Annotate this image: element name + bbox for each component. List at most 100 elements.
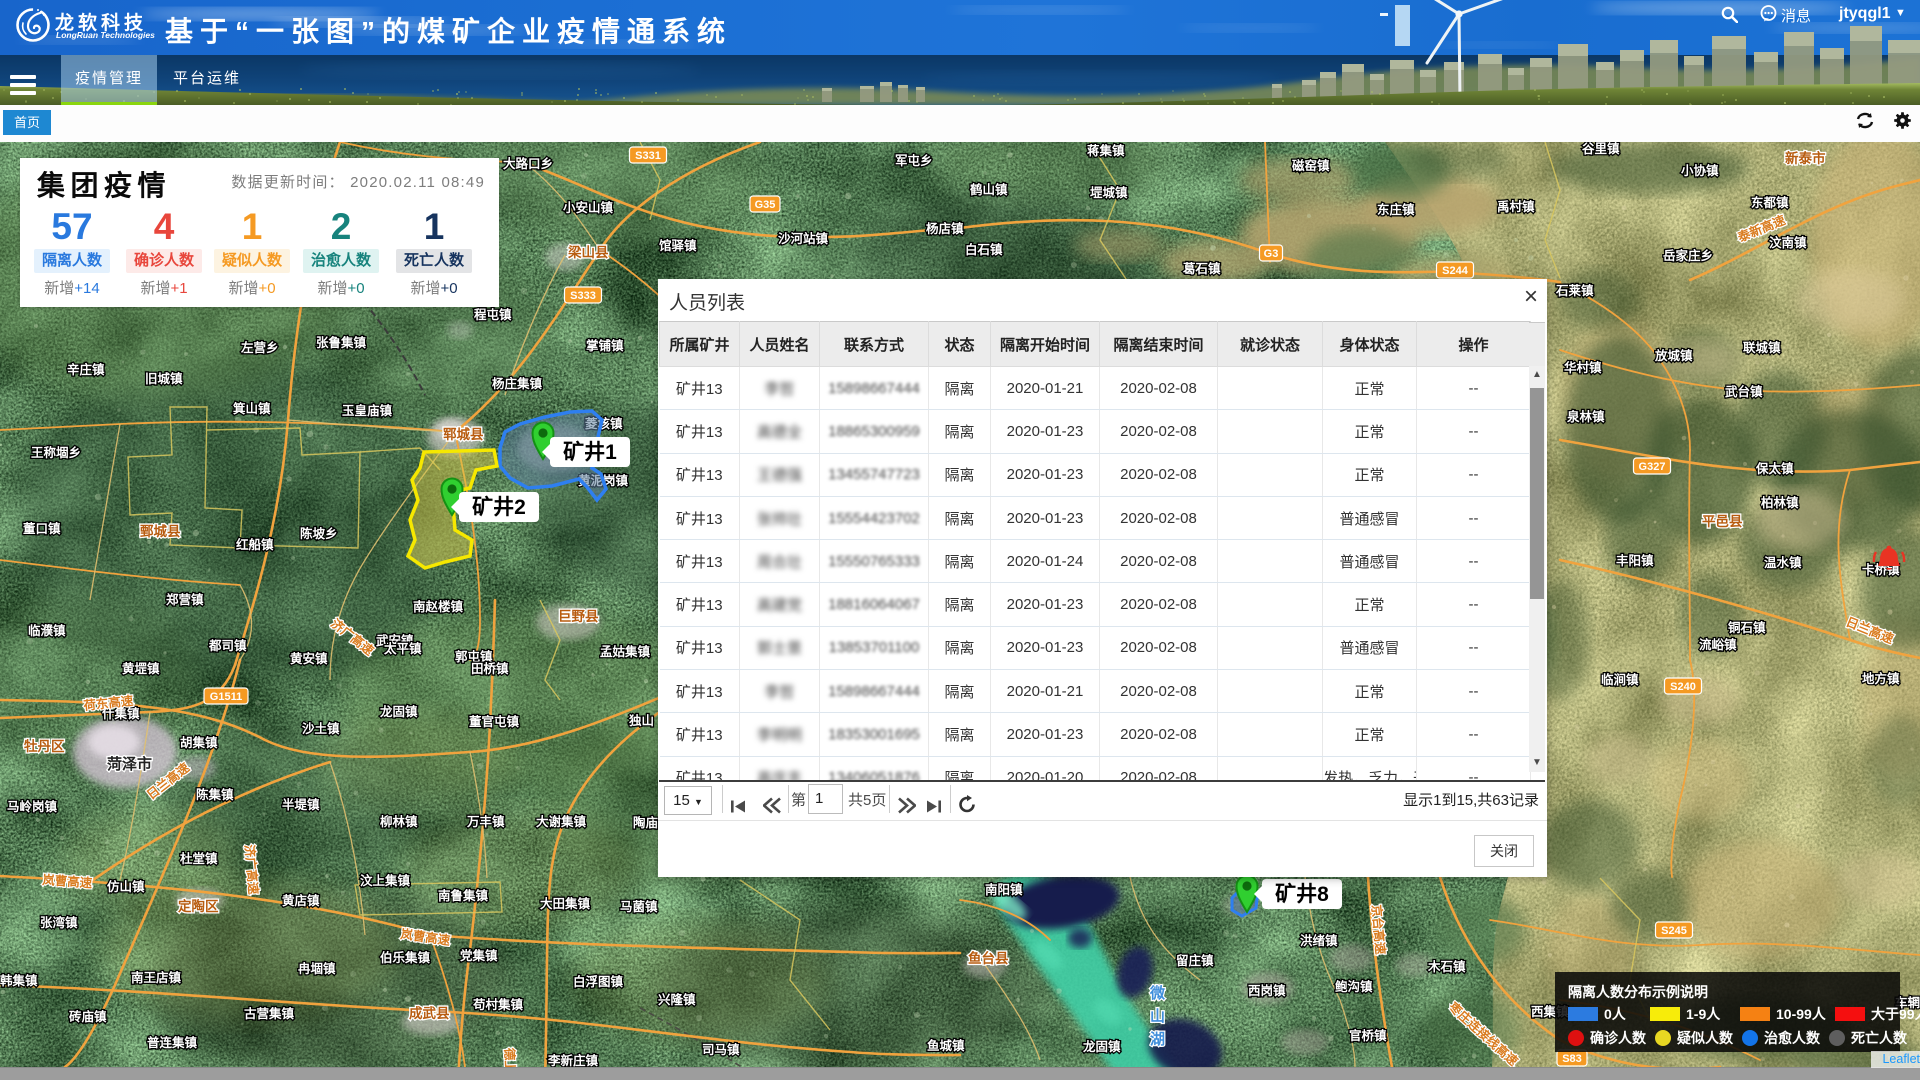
svg-text:黄店镇: 黄店镇: [282, 893, 320, 908]
svg-text:沙河站镇: 沙河站镇: [778, 231, 829, 246]
svg-text:G1511: G1511: [210, 691, 242, 703]
svg-text:军屯乡: 军屯乡: [895, 153, 933, 168]
svg-text:孟姑集镇: 孟姑集镇: [600, 644, 651, 659]
svg-text:都司镇: 都司镇: [208, 638, 247, 653]
svg-text:大田集镇: 大田集镇: [540, 896, 591, 911]
svg-text:党集镇: 党集镇: [460, 948, 498, 963]
svg-text:小安山镇: 小安山镇: [562, 200, 614, 215]
svg-text:白浮图镇: 白浮图镇: [573, 974, 624, 989]
svg-text:铜石镇: 铜石镇: [1728, 620, 1766, 635]
svg-text:董口镇: 董口镇: [23, 521, 61, 536]
svg-text:新泰市: 新泰市: [1785, 150, 1826, 166]
svg-text:张湾镇: 张湾镇: [40, 915, 78, 930]
svg-text:兴隆镇: 兴隆镇: [658, 992, 696, 1007]
svg-text:韩集镇: 韩集镇: [0, 973, 38, 988]
svg-text:南王店镇: 南王店镇: [131, 970, 182, 985]
svg-text:红船镇: 红船镇: [236, 537, 274, 552]
svg-text:古营集镇: 古营集镇: [244, 1006, 295, 1021]
svg-text:柏林镇: 柏林镇: [1761, 495, 1799, 510]
svg-text:鄄城县: 鄄城县: [140, 523, 181, 539]
svg-text:流峪镇: 流峪镇: [1699, 637, 1737, 652]
svg-text:小协镇: 小协镇: [1680, 163, 1719, 178]
svg-text:白石镇: 白石镇: [965, 242, 1003, 257]
svg-text:G327: G327: [1639, 461, 1666, 473]
svg-text:龙固镇: 龙固镇: [1082, 1039, 1121, 1054]
svg-text:鲍沟镇: 鲍沟镇: [1335, 979, 1373, 994]
svg-text:张鲁集镇: 张鲁集镇: [316, 335, 367, 350]
svg-text:木石镇: 木石镇: [1427, 959, 1466, 974]
svg-text:石莱镇: 石莱镇: [1555, 283, 1594, 298]
svg-text:西岗镇: 西岗镇: [1248, 983, 1286, 998]
svg-text:矿井1: 矿井1: [563, 440, 617, 464]
svg-text:矿井8: 矿井8: [1275, 882, 1329, 906]
svg-text:南阳镇: 南阳镇: [985, 882, 1023, 897]
svg-text:S333: S333: [570, 290, 596, 302]
svg-text:半堤镇: 半堤镇: [282, 797, 320, 812]
svg-text:柳林镇: 柳林镇: [380, 814, 418, 829]
svg-text:玉皇庙镇: 玉皇庙镇: [342, 403, 393, 418]
svg-text:掌铺镇: 掌铺镇: [586, 338, 624, 353]
svg-text:冉堌镇: 冉堌镇: [298, 961, 336, 976]
svg-text:华村镇: 华村镇: [1564, 360, 1602, 375]
svg-text:放城镇: 放城镇: [1654, 348, 1693, 363]
svg-text:岳家庄乡: 岳家庄乡: [1663, 248, 1713, 263]
svg-text:鹤山镇: 鹤山镇: [970, 182, 1008, 197]
svg-text:保太镇: 保太镇: [1755, 461, 1794, 476]
svg-text:牡丹区: 牡丹区: [24, 738, 65, 754]
svg-text:砖庙镇: 砖庙镇: [69, 1009, 107, 1024]
svg-text:司马镇: 司马镇: [702, 1042, 740, 1057]
svg-text:左营乡: 左营乡: [240, 340, 279, 355]
svg-text:杨庄集镇: 杨庄集镇: [492, 376, 543, 391]
svg-text:陈坡乡: 陈坡乡: [300, 526, 338, 541]
svg-text:东庄镇: 东庄镇: [1377, 202, 1415, 217]
svg-text:S240: S240: [1670, 681, 1696, 693]
svg-text:G35: G35: [755, 199, 776, 211]
svg-text:李新庄镇: 李新庄镇: [547, 1053, 599, 1068]
svg-text:巨野县: 巨野县: [558, 609, 599, 624]
svg-text:官桥镇: 官桥镇: [1349, 1028, 1387, 1043]
svg-text:王称堌乡: 王称堌乡: [31, 445, 81, 460]
svg-text:旧城镇: 旧城镇: [145, 371, 183, 386]
svg-text:微: 微: [1149, 984, 1166, 1002]
svg-text:伯乐集镇: 伯乐集镇: [380, 950, 431, 965]
svg-text:普连集镇: 普连集镇: [147, 1035, 198, 1050]
svg-text:南赵楼镇: 南赵楼镇: [413, 599, 464, 614]
svg-text:联城镇: 联城镇: [1743, 340, 1781, 355]
svg-text:仿山镇: 仿山镇: [107, 879, 145, 894]
svg-text:S245: S245: [1661, 925, 1687, 937]
svg-text:禹村镇: 禹村镇: [1497, 199, 1535, 214]
svg-text:郑营镇: 郑营镇: [166, 592, 204, 607]
svg-text:马岭岗镇: 马岭岗镇: [7, 799, 58, 814]
svg-text:黄堽镇: 黄堽镇: [122, 661, 160, 676]
svg-text:菏泽市: 菏泽市: [107, 755, 152, 773]
svg-text:陶庙: 陶庙: [633, 815, 659, 830]
svg-text:S83: S83: [1562, 1053, 1582, 1065]
svg-text:留庄镇: 留庄镇: [1176, 953, 1214, 968]
svg-text:胡集镇: 胡集镇: [180, 735, 218, 750]
svg-text:大路口乡: 大路口乡: [503, 156, 553, 171]
svg-text:董官屯镇: 董官屯镇: [469, 714, 520, 729]
svg-text:万丰镇: 万丰镇: [466, 814, 505, 829]
svg-text:谷里镇: 谷里镇: [1582, 142, 1620, 156]
svg-text:马菌镇: 马菌镇: [620, 899, 658, 914]
svg-text:丰阳镇: 丰阳镇: [1616, 553, 1654, 568]
svg-text:山: 山: [1150, 1008, 1165, 1025]
svg-text:杜堂镇: 杜堂镇: [180, 851, 218, 866]
svg-text:S331: S331: [635, 150, 661, 162]
svg-text:平邑县: 平邑县: [1702, 514, 1743, 529]
svg-text:S244: S244: [1442, 265, 1469, 277]
svg-text:梁山县: 梁山县: [567, 244, 609, 260]
svg-text:鱼台县: 鱼台县: [968, 950, 1009, 966]
svg-text:临濮镇: 临濮镇: [28, 623, 66, 638]
svg-text:汶南镇: 汶南镇: [1769, 235, 1807, 250]
svg-text:杨店镇: 杨店镇: [926, 221, 964, 236]
svg-text:郓城县: 郓城县: [443, 426, 484, 442]
svg-text:龙固镇: 龙固镇: [379, 704, 418, 719]
svg-text:武台镇: 武台镇: [1725, 384, 1763, 399]
svg-text:馆驿镇: 馆驿镇: [659, 238, 697, 253]
svg-text:磁窑镇: 磁窑镇: [1291, 158, 1330, 173]
svg-text:洪绪镇: 洪绪镇: [1300, 933, 1338, 948]
svg-text:程屯镇: 程屯镇: [474, 307, 512, 322]
svg-text:蒋集镇: 蒋集镇: [1087, 143, 1125, 158]
svg-text:东都镇: 东都镇: [1751, 195, 1789, 210]
